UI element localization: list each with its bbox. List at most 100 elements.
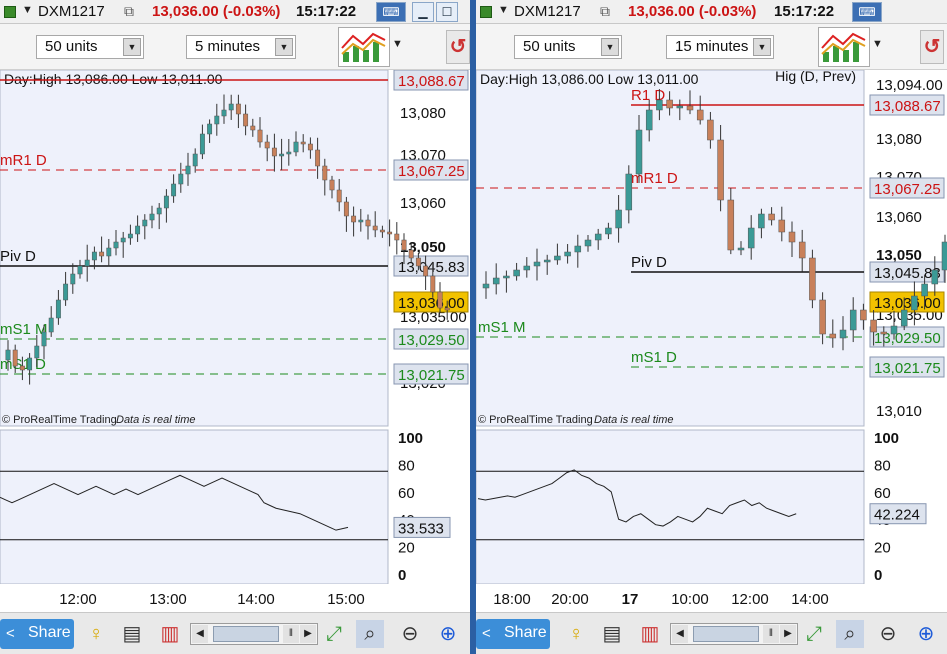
candle-body [163, 195, 169, 209]
zoom-out-icon[interactable]: ⊖ [396, 620, 424, 648]
scroll-thumb[interactable] [693, 626, 759, 642]
lightbulb-icon[interactable]: ♀ [562, 620, 590, 648]
indicators-caret-icon[interactable]: ▼ [392, 38, 403, 50]
time-axis-bg [476, 584, 947, 612]
window-grip-icon[interactable] [4, 6, 16, 18]
candle-body [605, 227, 612, 235]
chevron-down-icon[interactable]: ▼ [275, 38, 293, 56]
share-icon: < [6, 625, 15, 642]
candle-body [149, 213, 155, 221]
units-select[interactable]: 50 units ▼ [36, 35, 144, 59]
candle-body [264, 141, 270, 149]
candle-body [372, 225, 378, 231]
oscillator-panel-bg [0, 429, 389, 585]
crosshair-icon[interactable]: ⤢ [800, 620, 828, 648]
level-value-text: 13,088.67 [874, 98, 941, 115]
scroll-handle-icon[interactable]: ‖ [763, 625, 779, 643]
horizontal-scrollbar[interactable]: ◀ ‖ ▶ [190, 623, 318, 645]
external-link-icon[interactable]: ⧉ [600, 3, 610, 20]
units-select[interactable]: 50 units ▼ [514, 35, 622, 59]
chevron-down-icon[interactable]: ▼ [123, 38, 141, 56]
minimize-icon[interactable]: ▁ [412, 2, 434, 22]
zoom-in-icon[interactable]: ⊕ [912, 620, 940, 648]
units-select-value: 50 units [45, 38, 98, 55]
chart-plot-area[interactable]: Day:High 13,086.00 Low 13,011.00 Hig (D, … [476, 70, 947, 612]
chevron-down-icon[interactable]: ▼ [753, 38, 771, 56]
candle-body [839, 329, 847, 339]
chart-toolbar: 50 units ▼ 15 minutes ▼ ▼ ↺ [476, 24, 947, 70]
chart-plot-area[interactable]: Day:High 13,086.00 Low 13,011.00 © ProRea… [0, 70, 470, 612]
clock: 15:17:22 [774, 3, 835, 20]
candle-body [408, 249, 414, 259]
candle-body [279, 153, 285, 157]
menu-caret-icon[interactable]: ▼ [498, 4, 509, 16]
grid-icon[interactable]: ▥ [636, 620, 664, 648]
zoom-fit-icon[interactable]: ⌕ [836, 620, 864, 648]
timeframe-select[interactable]: 5 minutes ▼ [186, 35, 296, 59]
candle-body [444, 307, 450, 311]
draw-tool-icon[interactable]: ▤ [598, 620, 626, 648]
maximize-icon[interactable]: ☐ [436, 2, 458, 22]
candle-body [243, 113, 249, 127]
menu-caret-icon[interactable]: ▼ [22, 4, 33, 16]
level-value-text: 13,045.83 [398, 259, 465, 276]
indicators-button[interactable] [818, 27, 870, 67]
candle-body [63, 283, 69, 301]
chevron-down-icon[interactable]: ▼ [601, 38, 619, 56]
zoom-fit-icon[interactable]: ⌕ [356, 620, 384, 648]
external-link-icon[interactable]: ⧉ [124, 3, 134, 20]
candle-body [564, 251, 571, 257]
candle-body [315, 149, 321, 167]
zoom-in-icon[interactable]: ⊕ [434, 620, 462, 648]
lightbulb-icon[interactable]: ♀ [82, 620, 110, 648]
instrument-symbol[interactable]: DXM1217 [514, 3, 581, 20]
scroll-right-icon[interactable]: ▶ [300, 625, 316, 643]
keyboard-icon[interactable]: ⌨ [852, 2, 882, 22]
zoom-out-icon[interactable]: ⊖ [874, 620, 902, 648]
scroll-thumb[interactable] [213, 626, 279, 642]
level-name-label: mR1 D [0, 152, 47, 169]
last-price-text: 13,036.00 [874, 295, 941, 312]
scroll-left-icon[interactable]: ◀ [672, 625, 688, 643]
draw-tool-icon[interactable]: ▤ [118, 620, 146, 648]
price-tick-label: 13,060 [400, 195, 446, 212]
candle-body [329, 179, 335, 191]
chart-window-left: ▼ DXM1217 ⧉ 13,036.00 (-0.03%) 15:17:22 … [0, 0, 470, 654]
crosshair-icon[interactable]: ⤢ [320, 620, 348, 648]
indicators-button[interactable] [338, 27, 390, 67]
horizontal-scrollbar[interactable]: ◀ ‖ ▶ [670, 623, 798, 645]
bottom-toolbar: < Share ♀ ▤ ▥ ◀ ‖ ▶ ⤢ ⌕ ⊖ ⊕ [476, 612, 947, 654]
grid-icon[interactable]: ▥ [156, 620, 184, 648]
share-button[interactable]: < Share [0, 619, 74, 649]
candle-body [707, 119, 714, 141]
instrument-symbol[interactable]: DXM1217 [38, 3, 105, 20]
scroll-left-icon[interactable]: ◀ [192, 625, 208, 643]
time-tick-label: 17 [622, 591, 639, 608]
prev-high-label: Hig (D, Prev) [775, 70, 856, 84]
candle-body [645, 109, 653, 131]
keyboard-icon[interactable]: ⌨ [376, 2, 406, 22]
timeframe-select[interactable]: 15 minutes ▼ [666, 35, 774, 59]
scroll-handle-icon[interactable]: ‖ [283, 625, 299, 643]
scroll-right-icon[interactable]: ▶ [780, 625, 796, 643]
realtime-note: Data is real time [594, 414, 673, 426]
level-name-label: mS1 M [0, 321, 48, 338]
refresh-icon[interactable]: ↺ [446, 30, 470, 64]
candle-body [758, 213, 765, 229]
candle-body [747, 227, 755, 249]
refresh-icon[interactable]: ↺ [920, 30, 944, 64]
candle-body [482, 283, 490, 289]
indicators-chart-icon [821, 32, 866, 62]
candle-body [513, 269, 520, 277]
indicators-caret-icon[interactable]: ▼ [872, 38, 883, 50]
share-button[interactable]: < Share [476, 619, 550, 649]
candle-body [415, 257, 421, 267]
candle-body [322, 165, 328, 181]
level-value-text: 13,067.25 [398, 163, 465, 180]
level-name-label: Piv D [631, 254, 667, 271]
price-tick-label: 13,010 [876, 403, 922, 420]
time-tick-label: 13:00 [149, 591, 187, 608]
window-grip-icon[interactable] [480, 6, 492, 18]
candle-body [307, 143, 313, 151]
candle-body [829, 333, 837, 339]
